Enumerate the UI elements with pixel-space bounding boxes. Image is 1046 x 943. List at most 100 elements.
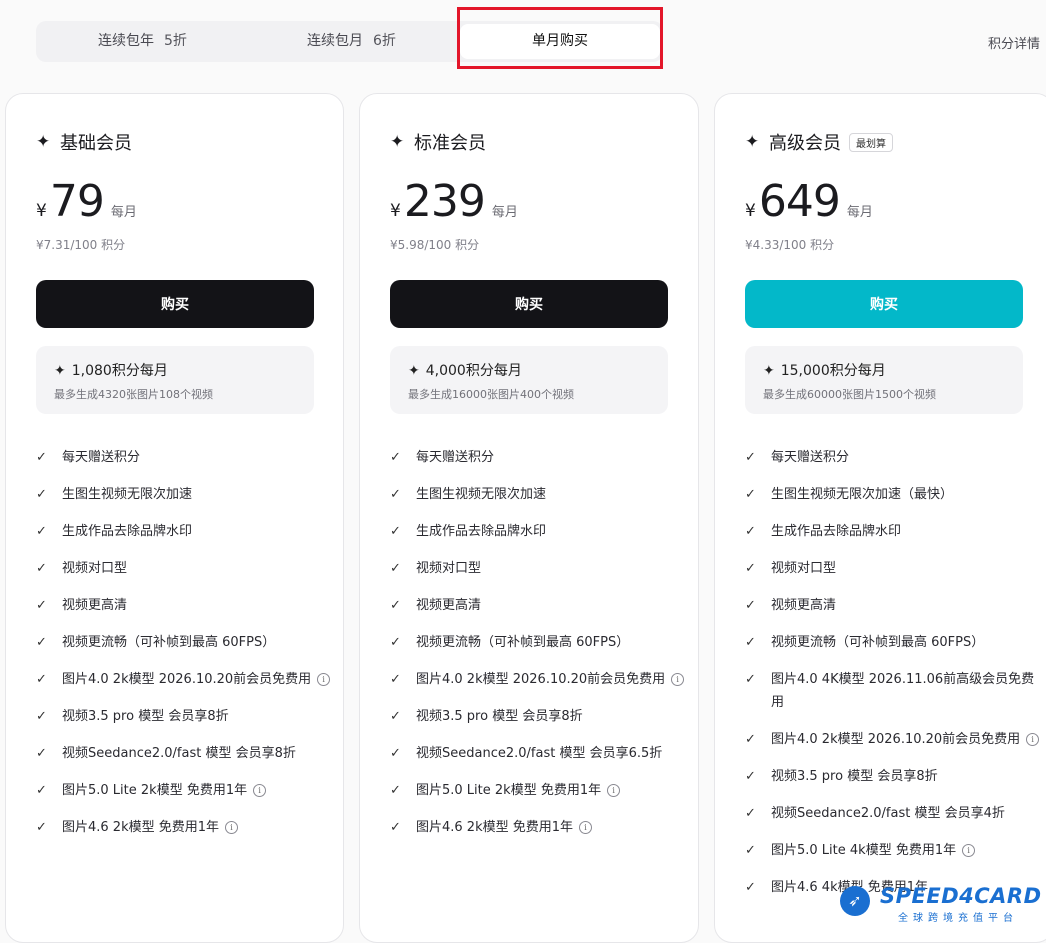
points-box: ✦ 1,080积分每月 最多生成4320张图片108个视频 <box>36 346 314 414</box>
info-icon[interactable]: i <box>607 784 621 797</box>
star-icon: ✦ <box>763 363 775 379</box>
feature-item: ✓ 视频更流畅（可补帧到最高 60FPS） <box>745 631 1045 654</box>
points-subtext: 最多生成4320张图片108个视频 <box>54 388 213 401</box>
check-icon: ✓ <box>390 487 401 502</box>
check-icon: ✓ <box>745 635 756 650</box>
feature-item: ✓ 视频3.5 pro 模型 会员享8折 <box>390 705 690 728</box>
feature-text: 视频更流畅（可补帧到最高 60FPS） <box>771 635 985 650</box>
feature-item: ✓ 生成作品去除品牌水印 <box>390 520 690 543</box>
info-icon[interactable]: i <box>962 844 976 857</box>
tab-discount: 5折 <box>164 33 187 49</box>
check-icon: ✓ <box>36 783 47 798</box>
feature-item: ✓ 图片5.0 Lite 2k模型 免费用1年 i <box>390 779 690 802</box>
sparkle-icon: ✦ <box>36 132 51 152</box>
feature-text: 视频更高清 <box>771 598 837 613</box>
feature-item: ✓ 每天赠送积分 <box>390 446 690 469</box>
feature-item: ✓ 图片4.0 2k模型 2026.10.20前会员免费用 i <box>745 728 1045 751</box>
feature-text: 生图生视频无限次加速（最快） <box>771 487 954 502</box>
feature-item: ✓ 图片4.6 2k模型 免费用1年 i <box>390 816 690 839</box>
feature-text: 视频对口型 <box>416 561 482 576</box>
info-icon[interactable]: i <box>671 673 685 686</box>
check-icon: ✓ <box>745 524 756 539</box>
best-value-badge: 最划算 <box>849 132 893 152</box>
tab-annual-auto[interactable]: 连续包年 5折 <box>98 21 187 62</box>
feature-text: 图片4.6 2k模型 免费用1年 <box>416 820 574 835</box>
check-icon: ✓ <box>36 524 47 539</box>
sparkle-icon: ✦ <box>745 132 760 152</box>
feature-item: ✓ 视频对口型 <box>36 557 336 580</box>
plan-period: 每月 <box>110 205 137 220</box>
feature-text: 图片5.0 Lite 2k模型 免费用1年 <box>416 783 602 798</box>
feature-item: ✓ 生图生视频无限次加速 <box>390 483 690 506</box>
points-box: ✦ 4,000积分每月 最多生成16000张图片400个视频 <box>390 346 668 414</box>
watermark-brand: SPEED4CARD <box>880 884 1042 908</box>
feature-text: 生成作品去除品牌水印 <box>416 524 547 539</box>
check-icon: ✓ <box>36 635 47 650</box>
feature-text: 图片4.0 2k模型 2026.10.20前会员免费用 <box>416 672 666 687</box>
feature-text: 视频Seedance2.0/fast 模型 会员享4折 <box>771 806 1005 821</box>
feature-text: 生图生视频无限次加速 <box>62 487 193 502</box>
info-icon[interactable]: i <box>253 784 267 797</box>
feature-list: ✓ 每天赠送积分 ✓ 生图生视频无限次加速 ✓ 生成作品去除品牌水印 ✓ 视频对口型 ✓ 视频更高… <box>36 446 336 853</box>
check-icon: ✓ <box>745 843 756 858</box>
feature-item: ✓ 图片4.0 2k模型 2026.10.20前会员免费用 i <box>36 668 336 691</box>
tab-label: 连续包年 <box>98 33 154 49</box>
feature-text: 视频对口型 <box>62 561 128 576</box>
feature-item: ✓ 图片4.0 2k模型 2026.10.20前会员免费用 i <box>390 668 690 691</box>
feature-text: 视频更高清 <box>416 598 482 613</box>
info-icon[interactable]: i <box>317 673 331 686</box>
feature-text: 图片4.0 4K模型 2026.11.06前高级会员免费用 <box>771 672 1035 710</box>
currency-symbol: ¥ <box>36 201 47 221</box>
check-icon: ✓ <box>36 672 47 687</box>
feature-list: ✓ 每天赠送积分 ✓ 生图生视频无限次加速 ✓ 生成作品去除品牌水印 ✓ 视频对口型 ✓ 视频更高… <box>390 446 690 853</box>
feature-item: ✓ 视频更流畅（可补帧到最高 60FPS） <box>390 631 690 654</box>
feature-text: 生成作品去除品牌水印 <box>771 524 902 539</box>
feature-list: ✓ 每天赠送积分 ✓ 生图生视频无限次加速（最快） ✓ 生成作品去除品牌水印 ✓ 视频对口型 ✓… <box>745 446 1045 913</box>
feature-item: ✓ 生成作品去除品牌水印 <box>36 520 336 543</box>
feature-text: 图片4.0 2k模型 2026.10.20前会员免费用 <box>771 732 1021 747</box>
feature-text: 图片4.0 2k模型 2026.10.20前会员免费用 <box>62 672 312 687</box>
check-icon: ✓ <box>390 746 401 761</box>
feature-item: ✓ 图片5.0 Lite 2k模型 免费用1年 i <box>36 779 336 802</box>
check-icon: ✓ <box>390 561 401 576</box>
points-amount: 4,000积分每月 <box>425 363 522 379</box>
tab-discount: 6折 <box>373 33 396 49</box>
info-icon[interactable]: i <box>1026 733 1040 746</box>
feature-text: 视频Seedance2.0/fast 模型 会员享6.5折 <box>416 746 663 761</box>
points-box: ✦ 15,000积分每月 最多生成60000张图片1500个视频 <box>745 346 1023 414</box>
check-icon: ✓ <box>36 746 47 761</box>
feature-item: ✓ 视频Seedance2.0/fast 模型 会员享4折 <box>745 802 1045 825</box>
feature-text: 视频3.5 pro 模型 会员享8折 <box>771 769 938 784</box>
points-amount: 1,080积分每月 <box>71 363 168 379</box>
buy-button[interactable]: 购买 <box>36 280 314 328</box>
plan-title: 高级会员 <box>769 133 841 154</box>
check-icon: ✓ <box>390 524 401 539</box>
currency-symbol: ¥ <box>390 201 401 221</box>
feature-item: ✓ 视频更高清 <box>745 594 1045 617</box>
feature-item: ✓ 视频3.5 pro 模型 会员享8折 <box>745 765 1045 788</box>
check-icon: ✓ <box>390 709 401 724</box>
check-icon: ✓ <box>36 561 47 576</box>
watermark-subtitle: 全球跨境充值平台 <box>898 913 1018 924</box>
check-icon: ✓ <box>390 450 401 465</box>
check-icon: ✓ <box>390 820 401 835</box>
check-icon: ✓ <box>745 732 756 747</box>
info-icon[interactable]: i <box>579 821 593 834</box>
sparkle-icon: ✦ <box>390 132 405 152</box>
feature-text: 视频Seedance2.0/fast 模型 会员享8折 <box>62 746 296 761</box>
check-icon: ✓ <box>390 635 401 650</box>
feature-item: ✓ 生图生视频无限次加速（最快） <box>745 483 1045 506</box>
check-icon: ✓ <box>745 450 756 465</box>
feature-item: ✓ 每天赠送积分 <box>36 446 336 469</box>
info-icon[interactable]: i <box>225 821 239 834</box>
currency-symbol: ¥ <box>745 201 756 221</box>
tab-monthly-auto[interactable]: 连续包月 6折 <box>307 21 396 62</box>
check-icon: ✓ <box>745 487 756 502</box>
feature-item: ✓ 视频更高清 <box>390 594 690 617</box>
points-detail-link[interactable]: 积分详情 <box>988 33 1040 52</box>
plan-price: 239 <box>403 176 486 227</box>
buy-button[interactable]: 购买 <box>745 280 1023 328</box>
plan-title: 标准会员 <box>414 133 486 154</box>
feature-text: 视频3.5 pro 模型 会员享8折 <box>62 709 229 724</box>
buy-button[interactable]: 购买 <box>390 280 668 328</box>
